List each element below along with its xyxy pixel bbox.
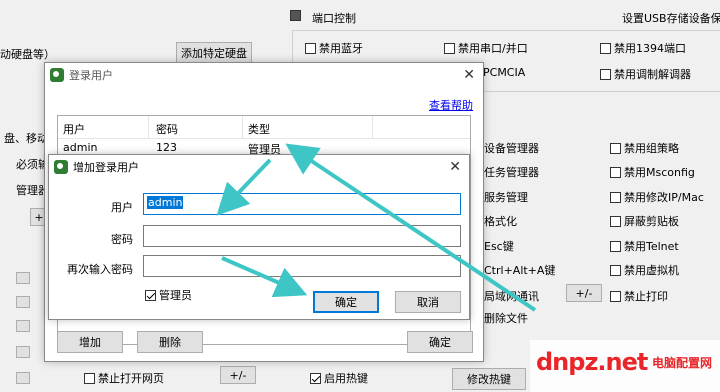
logo-text: dnpz.net xyxy=(536,348,648,376)
logo-site-name: 电脑配置网 xyxy=(652,356,713,370)
annotation-arrows xyxy=(216,143,537,312)
arrow-to-type-cell xyxy=(285,143,537,312)
arrow-to-ok-button xyxy=(221,256,308,298)
arrow-to-user-input xyxy=(216,158,272,216)
watermark-logo: dnpz.net 电脑配置网 xyxy=(530,340,720,392)
